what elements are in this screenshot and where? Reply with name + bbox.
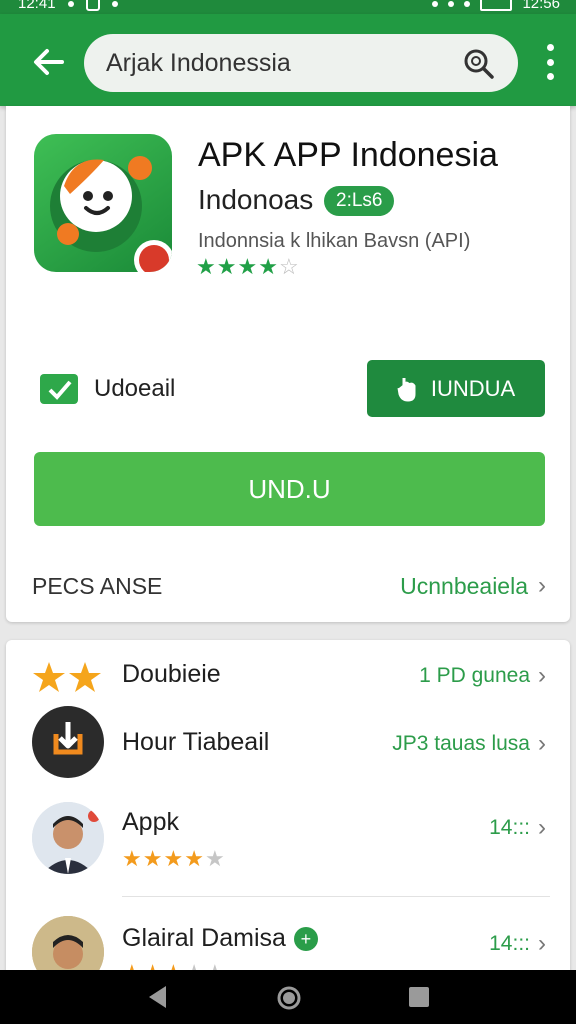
system-nav-bar — [0, 970, 576, 1024]
star-icon: ★ — [122, 846, 143, 871]
avatar — [32, 802, 104, 874]
verified-check-icon: + — [293, 927, 318, 952]
star-icon: ★ — [258, 254, 279, 279]
star-icon: ★ — [216, 254, 238, 279]
update-toggle[interactable]: Udoeail — [38, 372, 175, 406]
download-button[interactable]: UND.U — [34, 452, 545, 526]
list-item-name: Glairal Damisa + — [122, 924, 318, 953]
chevron-right-icon: › — [538, 662, 546, 689]
chevron-right-icon: › — [538, 814, 546, 841]
app-developer: Indonoas — [198, 184, 314, 215]
list-item[interactable]: Glairal Damisa+ ★★★★★ 14:::› — [6, 904, 570, 988]
nav-back-icon[interactable] — [146, 984, 170, 1015]
app-details-card: APK APP Indonesia Indonoas 2:Ls6 Indonns… — [6, 106, 570, 622]
search-icon[interactable] — [462, 47, 496, 81]
list-item-name: Hour Tiabeail — [122, 728, 270, 756]
chevron-right-icon: › — [538, 730, 546, 757]
link-icon — [432, 0, 439, 7]
nav-recents-icon[interactable] — [408, 986, 430, 1013]
two-stars-icon — [32, 660, 104, 701]
star-icon: ★ — [163, 846, 185, 871]
info-value: Ucnnbeaiela — [400, 572, 528, 599]
download-button-label: UND.U — [248, 473, 331, 504]
app-subtitle: Indonnsia k lhikan Bavsn (API) — [198, 230, 471, 252]
download-app-icon — [32, 706, 104, 778]
star-icon: ★ — [196, 254, 217, 279]
list-item-meta: 14::: — [489, 816, 530, 839]
list-item[interactable]: Hour Tiabeail JP3 tauas lusa › — [6, 704, 570, 778]
app-rating-stars: ★★★★☆ — [196, 254, 300, 280]
update-label: Udoeail — [94, 375, 176, 402]
list-item-meta: 1 PD gunea — [419, 664, 530, 687]
signal-icon — [464, 0, 471, 7]
chevron-right-icon: › — [538, 930, 546, 957]
related-list-card: Doubieie 1 PD gunea › Hour Tiabeail JP3 t… — [6, 640, 570, 1024]
version-badge: 2:Ls6 — [324, 186, 395, 216]
notification-dot-icon — [67, 0, 74, 7]
info-key: PECS ANSE — [32, 572, 163, 599]
list-item[interactable]: Appk ★★★★★ 14::: › — [6, 796, 570, 886]
more-options-icon[interactable] — [544, 44, 556, 80]
update-check-icon — [40, 374, 78, 404]
list-item-rating: ★★★★★ — [122, 846, 226, 872]
download-small-label: IUNDUA — [430, 375, 516, 401]
hand-pointer-icon — [397, 377, 416, 401]
star-empty-icon: ★ — [204, 846, 226, 871]
back-arrow-icon[interactable] — [28, 42, 68, 82]
notification-dot-icon — [111, 0, 118, 7]
status-bar: 12:41 12:56 — [0, 0, 576, 14]
status-clock: 12:56 — [522, 0, 560, 12]
gallery-notification-icon — [85, 0, 100, 11]
battery-icon — [480, 0, 513, 11]
list-item-name: Doubieie — [122, 660, 221, 688]
list-item-name: Appk — [122, 808, 179, 836]
download-small-button[interactable]: IUNDUA — [367, 360, 545, 417]
list-item-meta: JP3 tauas lusa — [392, 732, 530, 755]
star-empty-icon: ☆ — [278, 254, 300, 279]
app-icon — [34, 134, 172, 272]
star-icon: ★ — [142, 846, 164, 871]
search-bar[interactable] — [84, 34, 518, 92]
chevron-right-icon: › — [538, 572, 546, 599]
search-input[interactable] — [106, 34, 446, 92]
app-bar — [0, 14, 576, 106]
list-item-meta: 14::: — [489, 932, 530, 955]
wifi-icon — [448, 0, 455, 7]
app-title: APK APP Indonesia — [198, 136, 498, 174]
info-row[interactable]: PECS ANSE Ucnnbeaiela › — [32, 566, 546, 606]
status-time: 12:41 — [18, 0, 56, 12]
nav-home-icon[interactable] — [276, 985, 302, 1016]
star-icon: ★ — [237, 254, 259, 279]
divider — [122, 896, 550, 897]
star-icon: ★ — [184, 846, 205, 871]
